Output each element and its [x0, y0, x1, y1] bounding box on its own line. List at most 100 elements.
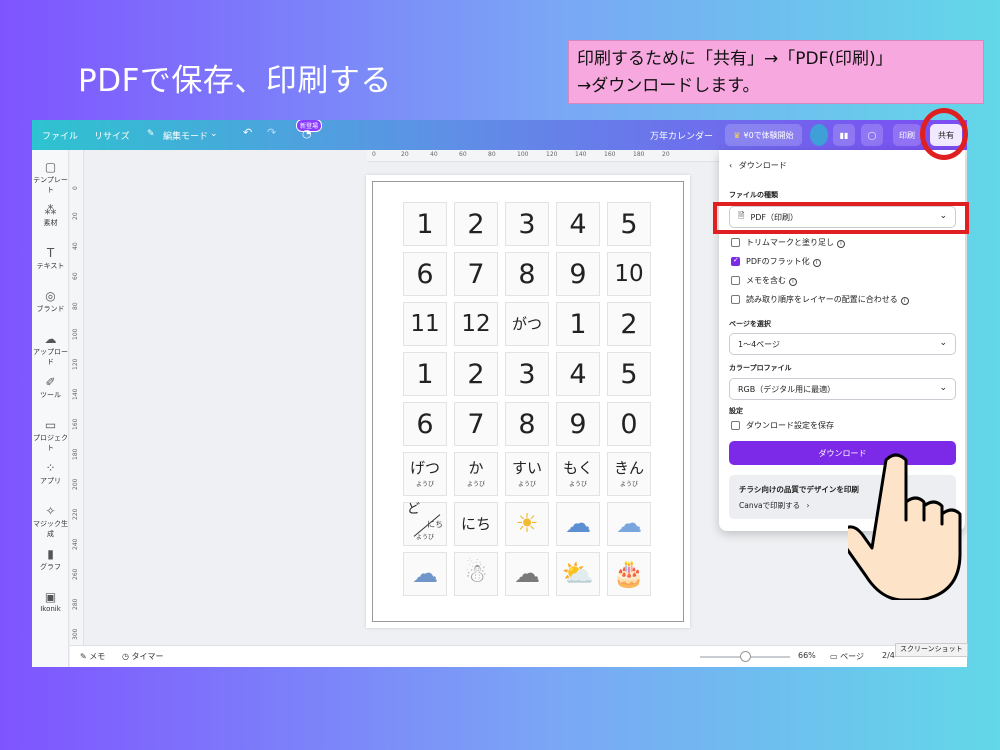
- sidebar-item-text[interactable]: T テキスト: [32, 246, 69, 271]
- sidebar-item-draw[interactable]: ✐ ツール: [32, 375, 69, 400]
- calendar-card[interactable]: 9: [556, 252, 600, 296]
- calendar-page[interactable]: 1 2 3 4 5 6 7 8 9 10 11 12 がつ 1 2 1 2 3 4 5 6 7 8 9 0 げつ ようびかようび すい…: [366, 175, 690, 628]
- calendar-card[interactable]: 8: [505, 402, 549, 446]
- calendar-card[interactable]: 3: [505, 202, 549, 246]
- calendar-card[interactable]: 7: [454, 252, 498, 296]
- calendar-card[interactable]: すい ようび: [505, 452, 549, 496]
- calendar-card[interactable]: 9: [556, 402, 600, 446]
- calendar-card[interactable]: 3: [505, 352, 549, 396]
- calendar-card[interactable]: 2: [607, 302, 651, 346]
- ruler-tick: 0: [372, 151, 376, 158]
- sidebar-item-template[interactable]: ▢ テンプレート: [32, 160, 69, 195]
- memo-button[interactable]: ✎ メモ: [80, 651, 105, 662]
- save-settings-checkbox[interactable]: [731, 421, 740, 430]
- calendar-card[interactable]: 4: [556, 352, 600, 396]
- option-checkbox[interactable]: [731, 295, 740, 304]
- sidebar-item-chart[interactable]: ▮ グラフ: [32, 547, 69, 572]
- sidebar-item-brand[interactable]: ◎ ブランド: [32, 289, 69, 314]
- calendar-card[interactable]: 1: [403, 352, 447, 396]
- calendar-card[interactable]: 7: [454, 402, 498, 446]
- redo-icon[interactable]: ↷: [267, 126, 276, 139]
- calendar-card[interactable]: がつ: [505, 302, 549, 346]
- calendar-card[interactable]: 8: [505, 252, 549, 296]
- edit-mode-menu[interactable]: 編集モード: [163, 129, 208, 142]
- color-profile-select[interactable]: RGB（デジタル用に最適） ⌄: [729, 378, 956, 400]
- horizontal-ruler: 0 20 40 60 80 100 120 140 160 180 20: [367, 150, 747, 162]
- card-label: もく: [562, 459, 593, 478]
- ruler-tick: 180: [633, 151, 645, 158]
- top-toolbar: ファイル リサイズ ✎ 編集モード ⌄ ↶ ↷ 新登場 ◔ 万年カレンダー ♛ …: [32, 120, 967, 150]
- sidebar-item-magic[interactable]: ✧ マジック生成: [32, 504, 69, 539]
- print-button[interactable]: 印刷: [893, 124, 921, 146]
- ikonik-icon: ▣: [44, 590, 57, 604]
- option-label: トリムマークと塗り足し i: [746, 237, 845, 248]
- calendar-card[interactable]: 4: [556, 202, 600, 246]
- back-to-download[interactable]: ‹ ダウンロード: [729, 160, 787, 171]
- info-icon[interactable]: i: [812, 259, 821, 267]
- analytics-icon[interactable]: ▮▮: [833, 124, 855, 146]
- option-checkbox[interactable]: [731, 238, 740, 247]
- calendar-card[interactable]: ☁: [607, 502, 651, 546]
- calendar-card[interactable]: 10: [607, 252, 651, 296]
- document-title[interactable]: 万年カレンダー: [650, 129, 713, 142]
- timer-button[interactable]: ◷ タイマー: [122, 651, 164, 662]
- bottom-bar: ✎ メモ ◷ タイマー 66% ▭ ページ 2/4: [70, 645, 967, 667]
- ruler-tick: 40: [72, 242, 79, 250]
- info-icon[interactable]: i: [837, 240, 845, 248]
- calendar-card[interactable]: ☀: [505, 502, 549, 546]
- file-menu[interactable]: ファイル: [42, 129, 78, 142]
- calendar-card[interactable]: 1: [556, 302, 600, 346]
- calendar-card[interactable]: ☁: [505, 552, 549, 596]
- trial-button[interactable]: ♛ ¥0で体験開始: [725, 124, 802, 146]
- calendar-card[interactable]: 0: [607, 402, 651, 446]
- calendar-card[interactable]: 🎂: [607, 552, 651, 596]
- calendar-card[interactable]: 5: [607, 202, 651, 246]
- calendar-card[interactable]: 2: [454, 202, 498, 246]
- card-label: 4: [569, 358, 587, 390]
- zoom-slider-handle[interactable]: [740, 651, 751, 662]
- calendar-card[interactable]: げつ ようび: [403, 452, 447, 496]
- calendar-card[interactable]: 2: [454, 352, 498, 396]
- calendar-card[interactable]: 11: [403, 302, 447, 346]
- card-label: 11: [410, 310, 440, 337]
- calendar-card[interactable]: かようび: [454, 452, 498, 496]
- ruler-tick: 140: [72, 388, 79, 400]
- calendar-card[interactable]: きん ようび: [607, 452, 651, 496]
- card-label: 7: [467, 258, 485, 290]
- sidebar-item-elements[interactable]: ⁂ 素材: [32, 203, 69, 228]
- calendar-card[interactable]: ☁: [403, 552, 447, 596]
- option-checkbox[interactable]: [731, 256, 740, 266]
- calendar-card[interactable]: どにち ようび: [403, 502, 447, 546]
- calendar-card[interactable]: ⛅: [556, 552, 600, 596]
- calendar-card[interactable]: にち: [454, 502, 498, 546]
- chevron-down-icon: ⌄: [939, 383, 947, 393]
- sidebar-item-folder[interactable]: ▭ プロジェクト: [32, 418, 69, 453]
- calendar-card[interactable]: ☃: [454, 552, 498, 596]
- calendar-card[interactable]: 1: [403, 202, 447, 246]
- calendar-card[interactable]: 12: [454, 302, 498, 346]
- calendar-card[interactable]: 5: [607, 352, 651, 396]
- pages-button[interactable]: ▭ ページ: [830, 651, 864, 662]
- calendar-card[interactable]: ☁: [556, 502, 600, 546]
- wind-icon: ☁: [412, 559, 438, 589]
- info-icon[interactable]: i: [900, 297, 909, 305]
- undo-icon[interactable]: ↶: [243, 126, 252, 139]
- sidebar-item-ikonik[interactable]: ▣ Ikonik: [32, 590, 69, 613]
- comment-icon[interactable]: ◯: [861, 124, 883, 146]
- cloud-check-icon[interactable]: ◔: [302, 127, 312, 140]
- calendar-card[interactable]: もく ようび: [556, 452, 600, 496]
- option-checkbox[interactable]: [731, 276, 740, 285]
- calendar-card[interactable]: 6: [403, 252, 447, 296]
- page-select[interactable]: 1〜4ページ ⌄: [729, 333, 956, 355]
- calendar-card[interactable]: 6: [403, 402, 447, 446]
- sidebar-item-apps[interactable]: ⁘ アプリ: [32, 461, 69, 486]
- resize-menu[interactable]: リサイズ: [94, 129, 130, 142]
- sidebar-item-label: アプリ: [40, 477, 61, 485]
- zoom-level[interactable]: 66%: [798, 651, 816, 660]
- ruler-tick: 300: [72, 628, 79, 640]
- card-label: にち: [460, 514, 491, 533]
- avatar[interactable]: [810, 124, 828, 146]
- info-icon[interactable]: i: [789, 278, 797, 286]
- promo-link[interactable]: Canvaで印刷する ›: [739, 500, 810, 511]
- sidebar-item-upload[interactable]: ☁ アップロード: [32, 332, 69, 367]
